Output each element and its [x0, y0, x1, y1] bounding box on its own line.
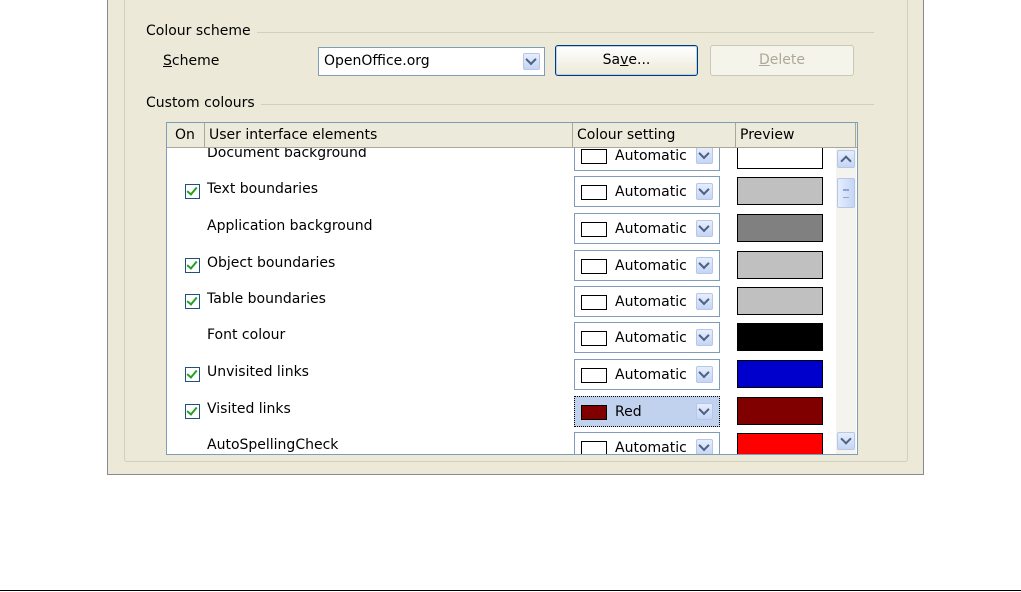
- table-row[interactable]: Application background Automatic: [167, 209, 835, 246]
- colour-setting-value: Automatic: [615, 367, 687, 383]
- colour-setting-value: Automatic: [615, 440, 687, 454]
- chevron-down-icon[interactable]: [696, 439, 713, 454]
- colour-preview: [737, 397, 823, 425]
- row-checkbox[interactable]: [185, 294, 200, 309]
- row-checkbox[interactable]: [185, 367, 200, 382]
- colour-setting-value: Automatic: [615, 258, 687, 274]
- column-header-preview[interactable]: Preview: [736, 123, 856, 147]
- row-label: Table boundaries: [207, 291, 326, 307]
- save-button[interactable]: Save...: [555, 45, 698, 76]
- delete-button[interactable]: Delete: [710, 45, 854, 76]
- table-row[interactable]: Object boundaries Automatic: [167, 246, 835, 283]
- table-row[interactable]: Table boundaries Automatic: [167, 282, 835, 319]
- colour-preview: [737, 148, 823, 169]
- scheme-select-value: OpenOffice.org: [324, 53, 430, 69]
- row-label: Font colour: [207, 327, 286, 343]
- colour-preview: [737, 360, 823, 388]
- colour-setting-select[interactable]: Automatic: [574, 432, 720, 454]
- colour-preview: [737, 214, 823, 242]
- colours-table[interactable]: On User interface elements Colour settin…: [166, 122, 858, 455]
- colour-preview: [737, 177, 823, 205]
- scheme-label-rest: cheme: [171, 53, 220, 69]
- chevron-down-icon[interactable]: [696, 366, 713, 383]
- chevron-down-icon[interactable]: [696, 220, 713, 237]
- colour-preview: [737, 323, 823, 351]
- colour-preview: [737, 251, 823, 279]
- colour-preview: [737, 287, 823, 315]
- scroll-down-icon[interactable]: [837, 432, 855, 450]
- table-row[interactable]: Visited links Red: [167, 392, 835, 429]
- colour-swatch: [581, 331, 607, 346]
- column-header-elements[interactable]: User interface elements: [205, 123, 573, 147]
- row-checkbox[interactable]: [185, 184, 200, 199]
- colour-setting-value: Automatic: [615, 294, 687, 310]
- delete-label-rest: elete: [769, 52, 805, 68]
- chevron-down-icon[interactable]: [696, 148, 713, 164]
- colour-setting-select[interactable]: Automatic: [574, 250, 720, 281]
- chevron-down-icon[interactable]: [523, 53, 540, 70]
- delete-label-accel: D: [759, 52, 770, 68]
- row-label: Object boundaries: [207, 255, 336, 271]
- chevron-down-icon[interactable]: [696, 257, 713, 274]
- chevron-down-icon[interactable]: [696, 329, 713, 346]
- row-label: Unvisited links: [207, 364, 309, 380]
- table-rows: Document background Automatic Text boundar…: [167, 148, 835, 454]
- page-bottom-rule: [0, 590, 1021, 591]
- colour-swatch: [581, 295, 607, 310]
- scroll-up-icon[interactable]: [837, 150, 855, 168]
- row-label: Text boundaries: [207, 181, 318, 197]
- save-label-prefix: Sa: [602, 52, 621, 68]
- colour-swatch: [581, 222, 607, 237]
- chevron-down-icon[interactable]: [696, 293, 713, 310]
- row-label: AutoSpellingCheck: [207, 437, 339, 453]
- custom-colours-title: Custom colours: [146, 95, 261, 111]
- colour-setting-select[interactable]: Automatic: [574, 322, 720, 353]
- table-row[interactable]: AutoSpellingCheck Automatic: [167, 428, 835, 454]
- table-header: On User interface elements Colour settin…: [167, 123, 857, 148]
- chevron-down-icon[interactable]: [696, 403, 713, 420]
- colour-setting-select[interactable]: Automatic: [574, 286, 720, 317]
- colour-swatch: [581, 149, 607, 164]
- scheme-select[interactable]: OpenOffice.org: [318, 47, 545, 76]
- colour-swatch: [581, 259, 607, 274]
- row-label: Application background: [207, 218, 373, 234]
- colour-setting-select[interactable]: Red: [574, 396, 720, 427]
- chevron-down-icon[interactable]: [696, 183, 713, 200]
- row-checkbox[interactable]: [185, 404, 200, 419]
- scroll-thumb[interactable]: [837, 178, 855, 208]
- colour-setting-select[interactable]: Automatic: [574, 359, 720, 390]
- colour-setting-value: Automatic: [615, 330, 687, 346]
- colour-swatch: [581, 368, 607, 383]
- table-row[interactable]: Unvisited links Automatic: [167, 355, 835, 392]
- colour-swatch: [581, 405, 607, 420]
- row-label: Visited links: [207, 401, 291, 417]
- colour-preview: [737, 433, 823, 454]
- table-row[interactable]: Document background Automatic: [167, 148, 835, 173]
- colour-scheme-title: Colour scheme: [146, 23, 257, 39]
- colour-setting-select[interactable]: Automatic: [574, 148, 720, 171]
- row-label: Document background: [207, 148, 367, 161]
- vertical-scrollbar[interactable]: [836, 148, 856, 454]
- save-label-rest: e...: [628, 52, 651, 68]
- colour-setting-value: Automatic: [615, 148, 687, 164]
- column-header-colour-setting[interactable]: Colour setting: [573, 123, 736, 147]
- colour-swatch: [581, 441, 607, 454]
- colour-setting-value: Automatic: [615, 184, 687, 200]
- scheme-label-accel: S: [163, 53, 172, 69]
- colour-setting-value: Red: [615, 404, 642, 420]
- colour-setting-value: Automatic: [615, 221, 687, 237]
- table-row[interactable]: Font colour Automatic: [167, 318, 835, 355]
- column-header-on[interactable]: On: [167, 123, 205, 147]
- table-row[interactable]: Text boundaries Automatic: [167, 172, 835, 209]
- colour-setting-select[interactable]: Automatic: [574, 213, 720, 244]
- row-checkbox[interactable]: [185, 258, 200, 273]
- colour-swatch: [581, 185, 607, 200]
- scheme-label: Scheme: [163, 53, 219, 69]
- colour-setting-select[interactable]: Automatic: [574, 176, 720, 207]
